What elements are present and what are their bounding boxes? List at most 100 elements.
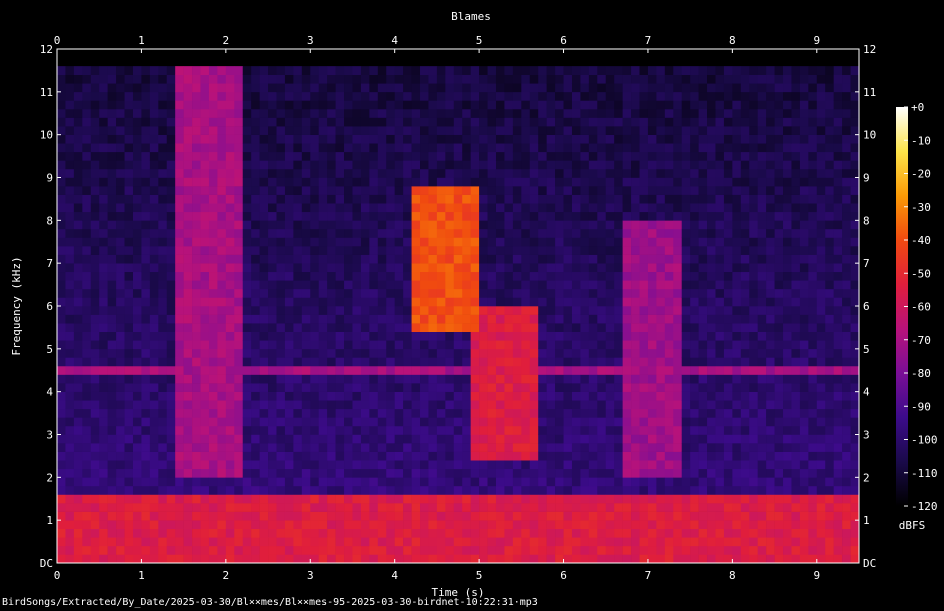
heatmap-cell: [580, 485, 590, 495]
heatmap-cell: [453, 228, 463, 238]
heatmap-cell: [192, 126, 201, 135]
heatmap-cell: [588, 340, 598, 350]
heatmap-cell: [158, 177, 168, 187]
heatmap-cell: [183, 374, 193, 384]
heatmap-cell: [698, 237, 708, 247]
heatmap-cell: [158, 314, 168, 324]
heatmap-cell: [639, 271, 649, 281]
heatmap-cell: [234, 280, 244, 290]
heatmap-cell: [555, 408, 564, 418]
heatmap-cell: [284, 297, 294, 307]
heatmap-cell: [82, 348, 92, 358]
heatmap-cell: [723, 237, 733, 247]
heatmap-cell: [192, 186, 201, 195]
heatmap-cell: [774, 460, 784, 470]
heatmap-cell: [377, 468, 387, 478]
heatmap-cell: [394, 194, 404, 204]
heatmap-cell: [766, 254, 775, 264]
heatmap-cell: [335, 271, 345, 281]
heatmap-cell: [690, 143, 699, 153]
heatmap-cell: [251, 66, 260, 75]
heatmap-cell: [453, 417, 463, 427]
heatmap-cell: [631, 263, 640, 273]
heatmap-cell: [360, 203, 370, 213]
heatmap-cell: [774, 537, 784, 547]
heatmap-cell: [436, 126, 446, 135]
heatmap-cell: [571, 451, 581, 461]
heatmap-cell: [690, 126, 699, 135]
heatmap-cell: [723, 331, 733, 341]
heatmap-cell: [208, 485, 218, 495]
heatmap-cell: [428, 160, 438, 170]
heatmap-cell: [656, 66, 666, 75]
heatmap-cell: [546, 66, 556, 75]
heatmap-cell: [715, 74, 725, 84]
heatmap-cell: [251, 74, 260, 84]
heatmap-cell: [605, 374, 615, 384]
heatmap-cell: [656, 194, 666, 204]
heatmap-cell: [344, 477, 353, 487]
heatmap-cell: [175, 177, 184, 187]
heatmap-cell: [208, 83, 218, 93]
heatmap-cell: [377, 348, 387, 358]
heatmap-cell: [386, 383, 395, 392]
heatmap-cell: [639, 91, 649, 101]
heatmap-cell: [723, 434, 733, 444]
heatmap-cell: [268, 391, 277, 401]
heatmap-cell: [673, 126, 683, 135]
heatmap-cell: [403, 511, 412, 521]
heatmap-cell: [783, 520, 792, 530]
heatmap-cell: [268, 66, 277, 75]
heatmap-cell: [175, 391, 184, 401]
heatmap-cell: [107, 280, 117, 290]
heatmap-cell: [774, 391, 784, 401]
heatmap-cell: [259, 348, 269, 358]
heatmap-cell: [369, 280, 379, 290]
heatmap-cell: [149, 485, 159, 495]
heatmap-cell: [614, 425, 623, 435]
heatmap-cell: [656, 314, 666, 324]
heatmap-cell: [436, 331, 446, 341]
heatmap-cell: [276, 177, 286, 187]
heatmap-cell: [386, 520, 395, 530]
heatmap-cell: [639, 460, 649, 470]
heatmap-cell: [360, 194, 370, 204]
heatmap-cell: [276, 400, 286, 410]
heatmap-cell: [65, 425, 75, 435]
heatmap-cell: [479, 357, 488, 367]
heatmap-cell: [487, 211, 497, 221]
heatmap-cell: [57, 425, 66, 435]
heatmap-cell: [158, 357, 168, 367]
heatmap-cell: [656, 503, 666, 512]
heatmap-cell: [82, 365, 92, 375]
heatmap-cell: [225, 434, 235, 444]
heatmap-cell: [192, 511, 201, 521]
heatmap-cell: [622, 374, 632, 384]
heatmap-cell: [681, 340, 691, 350]
heatmap-cell: [428, 314, 438, 324]
heatmap-cell: [504, 271, 514, 281]
heatmap-cell: [614, 297, 623, 307]
heatmap-cell: [597, 443, 607, 452]
heatmap-cell: [73, 365, 83, 375]
heatmap-cell: [158, 91, 168, 101]
heatmap-cell: [487, 528, 497, 538]
heatmap-cell: [352, 391, 362, 401]
heatmap-cell: [344, 528, 353, 538]
heatmap-cell: [588, 143, 598, 153]
heatmap-cell: [352, 365, 362, 375]
heatmap-cell: [555, 220, 564, 230]
heatmap-cell: [656, 383, 666, 392]
heatmap-cell: [614, 520, 623, 530]
heatmap-cell: [479, 537, 488, 547]
heatmap-cell: [740, 425, 750, 435]
heatmap-cell: [225, 151, 235, 161]
heatmap-cell: [234, 177, 244, 187]
heatmap-cell: [614, 91, 623, 101]
heatmap-cell: [251, 460, 260, 470]
heatmap-cell: [555, 271, 564, 281]
heatmap-cell: [242, 297, 252, 307]
heatmap-cell: [403, 271, 412, 281]
heatmap-cell: [749, 468, 758, 478]
heatmap-cell: [588, 211, 598, 221]
